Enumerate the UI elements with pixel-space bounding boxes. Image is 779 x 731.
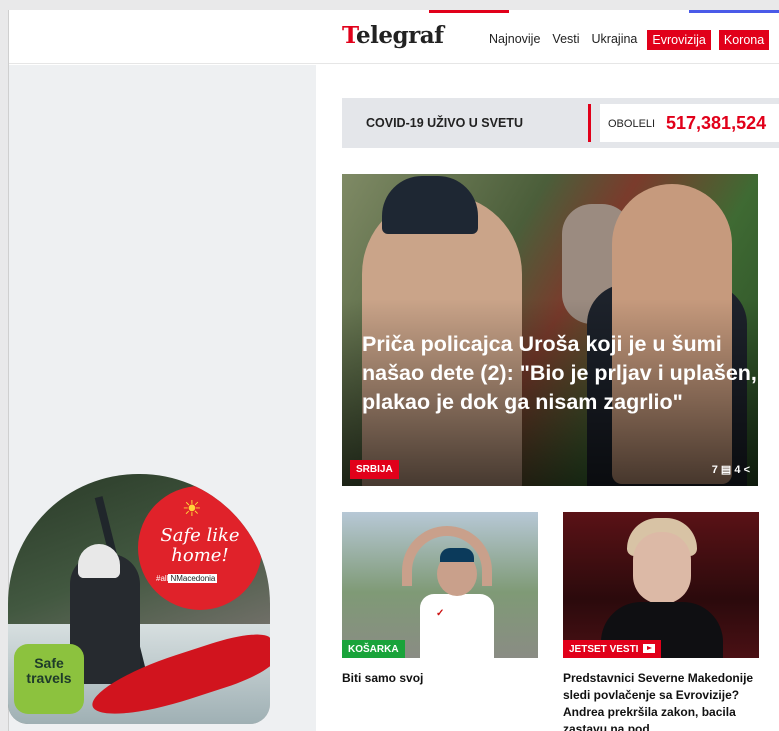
- site-header: Telegraf Najnovije Vesti Ukrajina Evrovi…: [9, 10, 779, 64]
- card-category-tag[interactable]: KOŠARKA: [342, 640, 405, 658]
- comment-icon[interactable]: ▤: [721, 464, 731, 476]
- sun-icon: ☀: [182, 496, 202, 521]
- ad-hashtag-prefix: #all: [156, 574, 169, 583]
- tourism-ad-banner[interactable]: ☀ Safe like home! #all NMacedonia Safe tr…: [8, 474, 270, 724]
- covid-separator: [588, 104, 591, 142]
- card-image-cap: [440, 548, 474, 562]
- share-icon[interactable]: <: [744, 464, 750, 476]
- card-category-tag[interactable]: JETSET VESTI: [563, 640, 662, 658]
- nav-evrovizija[interactable]: Evrovizija: [647, 30, 711, 50]
- hero-category-tag[interactable]: SRBIJA: [350, 460, 399, 479]
- ad-slogan-circle: ☀ Safe like home! #all NMacedonia: [138, 486, 262, 610]
- hero-meta: 7 ▤ 4 <: [712, 463, 750, 476]
- card-image-logo: ✓: [436, 608, 445, 619]
- nav-vesti[interactable]: Vesti: [550, 30, 581, 50]
- shares-count: 4: [734, 464, 741, 476]
- ad-hashtag: #all NMacedonia: [156, 574, 218, 583]
- hero-title[interactable]: Priča policajca Uroša koji je u šumi naš…: [362, 330, 757, 417]
- main-nav: Najnovije Vesti Ukrajina Evrovizija Koro…: [487, 30, 770, 50]
- covid-ticker[interactable]: COVID-19 UŽIVO U SVETU OBOLELI 517,381,5…: [342, 98, 779, 148]
- oboleli-label: OBOLELI: [608, 118, 656, 130]
- nav-ukrajina[interactable]: Ukrajina: [590, 30, 640, 50]
- site-logo[interactable]: Telegraf: [342, 22, 444, 49]
- ad-hashtag-label: NMacedonia: [168, 574, 218, 583]
- nav-korona[interactable]: Korona: [718, 30, 770, 50]
- covid-label: COVID-19 UŽIVO U SVETU: [366, 116, 523, 130]
- header-accent-bar-blue: [689, 10, 779, 13]
- card-image-face: [633, 532, 691, 604]
- oboleli-box: OBOLELI 517,381,524: [600, 104, 779, 142]
- ad-image-helmet: [78, 544, 120, 578]
- article-card-basketball[interactable]: ✓ KOŠARKA: [342, 512, 538, 658]
- card-title[interactable]: Predstavnici Severne Makedonije sledi po…: [563, 670, 768, 731]
- card-image-tank-top: [420, 594, 494, 658]
- ad-slogan: Safe like home!: [160, 525, 240, 566]
- header-accent-bar: [429, 10, 509, 13]
- logo-rest: elegraf: [355, 22, 444, 49]
- close-icon[interactable]: ✕: [252, 480, 264, 497]
- article-card-jetset[interactable]: JETSET VESTI: [563, 512, 759, 658]
- oboleli-value: 517,381,524: [666, 113, 767, 133]
- video-icon: [643, 644, 656, 653]
- card-title[interactable]: Biti samo svoj: [342, 670, 538, 687]
- card-category-label: JETSET VESTI: [569, 644, 639, 655]
- comments-count: 7: [711, 464, 718, 476]
- ad-safe-travels-badge: Safe travels: [14, 644, 84, 714]
- hero-article[interactable]: Priča policajca Uroša koji je u šumi naš…: [342, 174, 758, 486]
- nav-najnovije[interactable]: Najnovije: [487, 30, 542, 50]
